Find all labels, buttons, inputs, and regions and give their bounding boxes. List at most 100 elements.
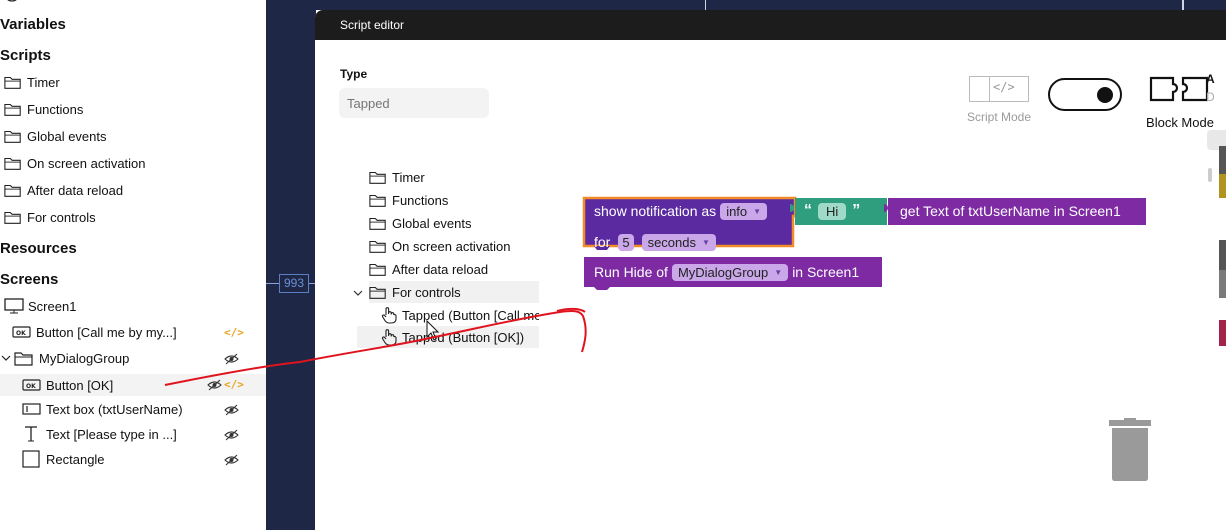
dropdown-value: MyDialogGroup xyxy=(677,264,769,280)
hidden-eye-icon[interactable] xyxy=(224,353,239,365)
script-folder-on-screen-activation[interactable]: On screen activation xyxy=(4,152,146,174)
tree-event-tapped-ok[interactable]: Tapped (Button [OK]) xyxy=(381,326,539,348)
run-target-dropdown[interactable]: MyDialogGroup ▼ xyxy=(671,263,789,281)
section-screens[interactable]: Screens xyxy=(0,271,58,288)
run-suffix: in Screen1 xyxy=(792,264,860,280)
tree-item-rectangle[interactable]: Rectangle xyxy=(22,448,105,470)
script-folder-global-events[interactable]: Global events xyxy=(4,125,107,147)
folder-label: Timer xyxy=(392,169,425,185)
tree-folder-timer[interactable]: Timer xyxy=(369,166,425,188)
tree-item-button-ok[interactable]: OK Button [OK] xyxy=(22,374,113,396)
duration-input[interactable]: 5 xyxy=(618,233,634,251)
tree-folder-global-events[interactable]: Global events xyxy=(369,212,472,234)
top-icon xyxy=(7,0,17,2)
swatch xyxy=(1219,174,1226,198)
for-row[interactable]: for 5 seconds ▼ xyxy=(594,230,720,254)
dropdown-arrow-icon: ▼ xyxy=(774,267,783,277)
tree-item-label: Text [Please type in ...] xyxy=(46,426,177,442)
tree-folder-functions[interactable]: Functions xyxy=(369,189,448,211)
design-canvas xyxy=(266,0,316,530)
editor-title: Script editor xyxy=(315,10,1226,40)
code-icon[interactable]: </> xyxy=(224,326,244,339)
run-prefix: Run Hide of xyxy=(594,264,668,280)
folder-label: For controls xyxy=(27,209,96,225)
script-folder-for-controls[interactable]: For controls xyxy=(4,206,96,228)
folder-icon xyxy=(14,352,33,366)
script-folder-after-data-reload[interactable]: After data reload xyxy=(4,179,123,201)
tree-item-group[interactable]: MyDialogGroup xyxy=(0,347,129,369)
hand-pointer-icon xyxy=(381,329,397,346)
hand-pointer-icon xyxy=(381,307,397,324)
section-scripts[interactable]: Scripts xyxy=(0,47,51,64)
dropdown-value: seconds xyxy=(647,234,696,250)
hidden-eye-icon[interactable] xyxy=(207,379,222,391)
folder-icon xyxy=(4,182,27,198)
swatch xyxy=(1219,320,1226,346)
puzzle-icon xyxy=(1149,76,1209,102)
folder-label: For controls xyxy=(392,284,461,300)
tree-folder-after-data-reload[interactable]: After data reload xyxy=(369,258,488,280)
folder-label: On screen activation xyxy=(27,155,146,171)
get-text-label[interactable]: get Text of txtUserName in Screen1 xyxy=(900,199,1121,223)
chevron-down-icon[interactable] xyxy=(352,287,364,299)
rectangle-icon xyxy=(22,450,40,468)
hidden-eye-icon[interactable] xyxy=(224,454,239,466)
ruler-value: 993 xyxy=(279,274,309,293)
tree-event-label: Tapped (Button [Call me xyxy=(402,307,539,323)
right-panel-letter: A xyxy=(1206,72,1215,86)
mode-toggle[interactable] xyxy=(1048,78,1122,111)
trash-icon[interactable] xyxy=(1109,418,1153,484)
run-row[interactable]: Run Hide of MyDialogGroup ▼ in Screen1 xyxy=(594,260,859,284)
tree-item-screen1[interactable]: Screen1 xyxy=(4,295,76,317)
folder-icon xyxy=(369,169,392,185)
hidden-eye-icon[interactable] xyxy=(224,429,239,441)
mouse-cursor-icon xyxy=(426,320,440,341)
folder-icon xyxy=(369,261,392,277)
tree-item-label: MyDialogGroup xyxy=(39,350,130,366)
string-row[interactable]: “ Hi ” xyxy=(804,199,860,223)
string-input[interactable]: Hi xyxy=(818,202,847,220)
type-input[interactable] xyxy=(339,88,489,118)
notify-type-dropdown[interactable]: info ▼ xyxy=(720,202,768,220)
script-folder-timer[interactable]: Timer xyxy=(4,71,60,93)
tree-folder-on-screen-activation[interactable]: On screen activation xyxy=(369,235,511,257)
for-label: for xyxy=(594,234,611,250)
tree-item-button-call[interactable]: OK Button [Call me by my...] xyxy=(12,321,177,343)
screen-icon xyxy=(4,298,24,314)
code-icon: </> xyxy=(969,76,1029,102)
textbox-icon xyxy=(22,403,41,415)
scrollbar[interactable] xyxy=(1208,168,1212,182)
right-panel-letter: D xyxy=(1206,90,1215,104)
text-icon xyxy=(25,426,37,442)
close-quote-icon: ” xyxy=(852,202,861,219)
script-mode-label: Script Mode xyxy=(966,110,1032,124)
section-variables[interactable]: Variables xyxy=(0,16,66,33)
folder-icon xyxy=(4,155,27,171)
hidden-eye-icon[interactable] xyxy=(224,404,239,416)
design-canvas-top xyxy=(316,0,1226,10)
folder-label: Functions xyxy=(27,101,84,117)
tree-item-label: Text box (txtUserName) xyxy=(46,401,183,417)
open-quote-icon: “ xyxy=(804,202,812,219)
section-resources[interactable]: Resources xyxy=(0,240,77,257)
chevron-down-icon[interactable] xyxy=(0,352,12,364)
script-folder-functions[interactable]: Functions xyxy=(4,98,83,120)
folder-label: Global events xyxy=(27,128,107,144)
tree-folder-for-controls[interactable]: For controls xyxy=(369,281,539,303)
duration-unit-dropdown[interactable]: seconds ▼ xyxy=(641,233,716,251)
button-icon: OK xyxy=(12,326,31,338)
folder-icon xyxy=(4,209,27,225)
script-mode-button[interactable]: </> Script Mode xyxy=(963,76,1035,124)
notify-row[interactable]: show notification as info ▼ xyxy=(594,199,771,223)
tree-item-text[interactable]: Text [Please type in ...] xyxy=(22,423,177,445)
svg-text:OK: OK xyxy=(16,330,26,337)
code-icon[interactable]: </> xyxy=(224,378,244,391)
folder-icon xyxy=(369,192,392,208)
dropdown-arrow-icon: ▼ xyxy=(702,237,710,247)
folder-icon xyxy=(4,74,27,90)
folder-icon xyxy=(369,215,392,231)
tree-event-tapped-call[interactable]: Tapped (Button [Call me xyxy=(381,304,539,326)
left-panel: Variables Scripts Timer Functions Global e… xyxy=(0,0,266,530)
svg-text:OK: OK xyxy=(26,383,36,390)
tree-item-textbox[interactable]: Text box (txtUserName) xyxy=(22,398,183,420)
